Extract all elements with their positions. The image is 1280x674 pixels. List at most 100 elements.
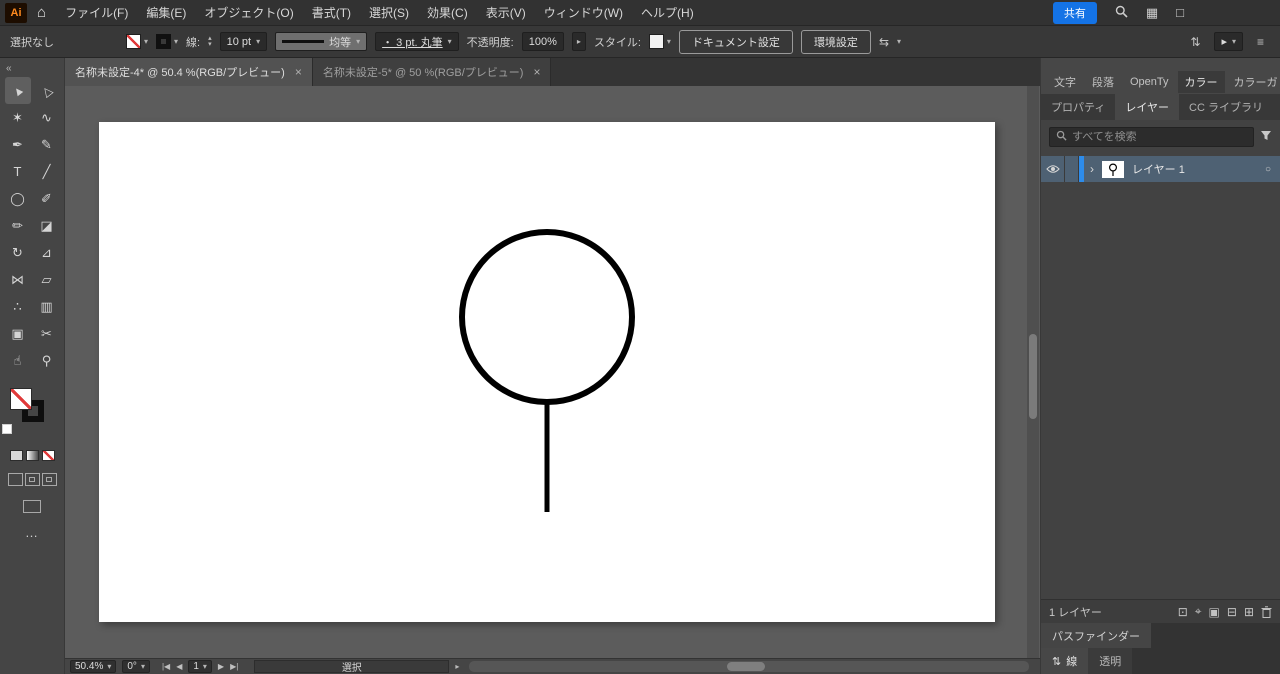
- edit-toolbar-icon[interactable]: …: [0, 525, 64, 540]
- collect-export-icon[interactable]: ⊡: [1178, 605, 1188, 619]
- default-fill-stroke-icon[interactable]: [2, 424, 12, 434]
- lock-toggle[interactable]: [1065, 156, 1079, 182]
- status-expand-icon[interactable]: ▸: [455, 662, 459, 671]
- layer-row[interactable]: › レイヤー 1 ○: [1041, 156, 1280, 182]
- draw-inside-icon[interactable]: [41, 473, 57, 486]
- menu-help[interactable]: ヘルプ(H): [632, 0, 703, 26]
- zoom-combo[interactable]: 50.4% ▾: [70, 660, 117, 673]
- tab-layers[interactable]: レイヤー: [1115, 94, 1180, 120]
- app-logo[interactable]: Ai: [5, 2, 27, 23]
- layer-thumbnail[interactable]: [1100, 160, 1126, 178]
- pen-tool[interactable]: ✒: [5, 131, 31, 158]
- visibility-icon[interactable]: [1041, 156, 1065, 182]
- stroke-profile-combo[interactable]: 均等 ▾: [275, 32, 368, 51]
- previous-artboard-icon[interactable]: ◀: [176, 662, 182, 671]
- layer-name[interactable]: レイヤー 1: [1126, 161, 1256, 177]
- canvas-area[interactable]: [65, 86, 1040, 658]
- tab-properties[interactable]: プロパティ: [1041, 94, 1115, 120]
- fill-color-combo[interactable]: ▾: [126, 34, 148, 49]
- opacity-combo[interactable]: 100%: [521, 32, 564, 51]
- artwork-layer[interactable]: [99, 122, 995, 622]
- hand-tool[interactable]: ☝: [5, 347, 31, 374]
- menu-object[interactable]: オブジェクト(O): [195, 0, 302, 26]
- share-button[interactable]: 共有: [1052, 1, 1097, 24]
- graph-tool[interactable]: ▥: [34, 293, 60, 320]
- workspace-icon[interactable]: □: [1176, 5, 1184, 20]
- home-icon[interactable]: ⌂: [37, 4, 46, 21]
- next-artboard-icon[interactable]: ▶: [218, 662, 224, 671]
- lasso-tool[interactable]: ∿: [34, 104, 60, 131]
- rotation-combo[interactable]: 0° ▾: [122, 660, 150, 673]
- paintbrush-tool[interactable]: ✐: [34, 185, 60, 212]
- tab-color-guide[interactable]: カラーガ: [1227, 71, 1280, 93]
- style-combo[interactable]: ▾: [648, 34, 671, 49]
- fill-swatch[interactable]: [10, 388, 32, 410]
- draw-behind-icon[interactable]: [24, 473, 40, 486]
- last-artboard-icon[interactable]: ▶|: [230, 662, 238, 671]
- pencil-tool[interactable]: ✏: [5, 212, 31, 239]
- menu-file[interactable]: ファイル(F): [56, 0, 137, 26]
- eraser-tool[interactable]: ◪: [34, 212, 60, 239]
- width-tool[interactable]: ⋈: [5, 266, 31, 293]
- scale-tool[interactable]: ⊿: [34, 239, 60, 266]
- color-button[interactable]: [9, 450, 23, 461]
- close-tab-icon[interactable]: ×: [533, 65, 540, 79]
- horizontal-scrollbar-thumb[interactable]: [726, 662, 765, 671]
- tab-opentype[interactable]: OpenTy: [1123, 73, 1176, 91]
- artboard-number-combo[interactable]: 1 ▾: [188, 660, 212, 673]
- slice-tool[interactable]: ✂: [34, 320, 60, 347]
- menu-effect[interactable]: 効果(C): [418, 0, 477, 26]
- tab-stroke[interactable]: ⇅ 線: [1041, 648, 1089, 674]
- none-button[interactable]: [41, 450, 55, 461]
- new-layer-icon[interactable]: ⊞: [1244, 605, 1254, 619]
- stroke-color-combo[interactable]: ▾: [156, 34, 178, 49]
- symbol-sprayer-tool[interactable]: ∴: [5, 293, 31, 320]
- brush-combo[interactable]: ・ 3 pt. 丸筆 ▾: [375, 32, 459, 51]
- collapse-tools-icon[interactable]: «: [0, 58, 64, 77]
- menu-window[interactable]: ウィンドウ(W): [535, 0, 632, 26]
- filter-icon[interactable]: [1260, 130, 1272, 144]
- selection-tool[interactable]: ▲: [4, 77, 31, 104]
- target-icon[interactable]: ○: [1256, 164, 1280, 175]
- tab-pathfinder[interactable]: パスファインダー: [1041, 623, 1151, 648]
- artboard[interactable]: [99, 122, 995, 622]
- search-icon[interactable]: [1115, 5, 1128, 21]
- layers-search-box[interactable]: [1049, 127, 1254, 147]
- zoom-tool[interactable]: ⚲: [34, 347, 60, 374]
- new-sublayer-icon[interactable]: ⊟: [1227, 605, 1237, 619]
- tab-cc-libraries[interactable]: CC ライブラリ: [1179, 94, 1273, 120]
- stepper-down-icon[interactable]: ▾: [208, 41, 212, 48]
- panel-dock-combo[interactable]: ▸ ▾: [1214, 32, 1243, 51]
- menu-type[interactable]: 書式(T): [303, 0, 360, 26]
- line-segment-tool[interactable]: ╱: [34, 158, 60, 185]
- stroke-width-stepper[interactable]: ▴ ▾: [208, 35, 212, 48]
- artboard-tool[interactable]: ▣: [5, 320, 31, 347]
- horizontal-scrollbar[interactable]: [469, 661, 1029, 672]
- align-icon[interactable]: ⇆: [879, 35, 889, 49]
- type-tool[interactable]: T: [5, 158, 31, 185]
- arrange-documents-icon[interactable]: ▦: [1146, 5, 1158, 21]
- gather-windows-icon[interactable]: ⇅: [1190, 35, 1200, 49]
- menu-view[interactable]: 表示(V): [477, 0, 535, 26]
- opacity-options-button[interactable]: ▸: [571, 32, 586, 51]
- screen-mode-icon[interactable]: [23, 500, 41, 513]
- direct-selection-tool[interactable]: △: [34, 77, 60, 104]
- close-tab-icon[interactable]: ×: [295, 65, 302, 79]
- preferences-button[interactable]: 環境設定: [800, 29, 871, 54]
- tab-color[interactable]: カラー: [1177, 71, 1225, 93]
- gradient-button[interactable]: [25, 450, 39, 461]
- curvature-tool[interactable]: ✎: [34, 131, 60, 158]
- control-panel-menu-icon[interactable]: ≡: [1257, 35, 1264, 49]
- rotate-tool[interactable]: ↻: [5, 239, 31, 266]
- locate-object-icon[interactable]: ⌖: [1195, 604, 1202, 619]
- stroke-width-combo[interactable]: 10 pt ▾: [219, 32, 268, 51]
- tab-paragraph[interactable]: 段落: [1085, 71, 1121, 93]
- free-transform-tool[interactable]: ▱: [34, 266, 60, 293]
- tab-character[interactable]: 文字: [1047, 71, 1083, 93]
- vertical-scrollbar-thumb[interactable]: [1029, 334, 1037, 419]
- expand-layer-icon[interactable]: ›: [1084, 162, 1100, 176]
- document-tab-1[interactable]: 名称未設定-4* @ 50.4 %(RGB/プレビュー) ×: [65, 58, 313, 86]
- delete-icon[interactable]: [1261, 605, 1272, 618]
- vertical-scrollbar[interactable]: [1027, 86, 1039, 658]
- draw-normal-icon[interactable]: [7, 473, 23, 486]
